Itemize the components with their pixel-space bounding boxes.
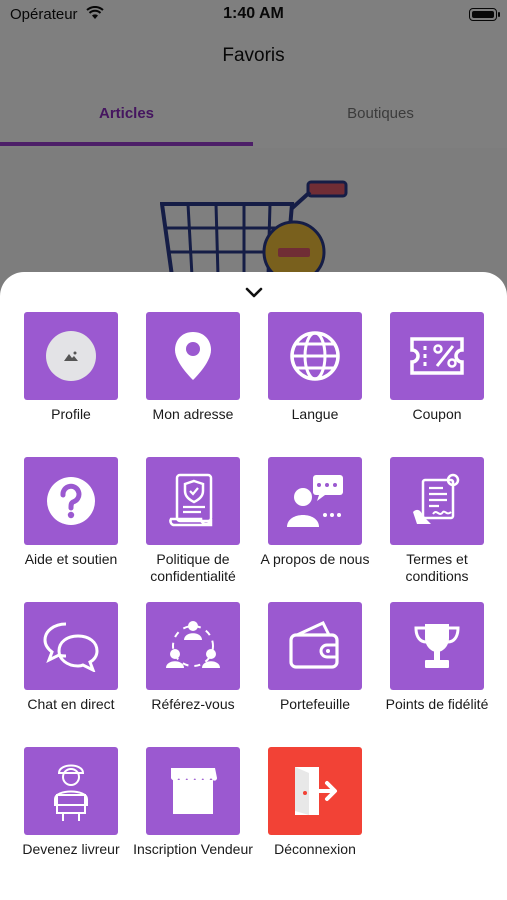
- globe-icon: [290, 331, 340, 381]
- seller-tile: [146, 747, 240, 835]
- delivery-tile: [24, 747, 118, 835]
- menu-item-referez-vous[interactable]: Référez-vous: [132, 602, 254, 713]
- menu-item-label: Devenez livreur: [22, 841, 120, 857]
- menu-item-mon-adresse[interactable]: Mon adresse: [132, 312, 254, 423]
- menu-item-devenez-livreur[interactable]: Devenez livreur: [10, 747, 132, 858]
- about-us-icon: [287, 475, 343, 527]
- location-pin-icon: [175, 332, 211, 380]
- loyalty-tile: [390, 602, 484, 690]
- referral-icon: [166, 621, 220, 668]
- menu-item-label: Référez-vous: [151, 696, 235, 712]
- menu-item-label: Termes et conditions: [405, 551, 469, 584]
- menu-item-label: Chat en direct: [27, 696, 115, 712]
- help-tile: [24, 457, 118, 545]
- coupon-icon: [410, 337, 464, 375]
- logout-tile: [268, 747, 362, 835]
- menu-item-aide-et-soutien[interactable]: Aide et soutien: [10, 457, 132, 568]
- menu-item-chat-en-direct[interactable]: Chat en direct: [10, 602, 132, 713]
- menu-item-label: A propos de nous: [260, 551, 370, 567]
- menu-item-inscription-vendeur[interactable]: Inscription Vendeur: [132, 747, 254, 858]
- menu-item-portefeuille[interactable]: Portefeuille: [254, 602, 376, 713]
- profile-tile: [24, 312, 118, 400]
- trophy-icon: [414, 624, 460, 668]
- wallet-icon: [289, 621, 339, 669]
- terms-tile: [390, 457, 484, 545]
- chat-icon: [43, 622, 99, 672]
- menu-item-points-de-fidelite[interactable]: Points de fidélité: [376, 602, 498, 713]
- privacy-policy-icon: [169, 473, 213, 527]
- privacy-tile: [146, 457, 240, 545]
- menu-item-termes-et-conditions[interactable]: Termes et conditions: [376, 457, 498, 585]
- logout-icon: [295, 767, 337, 815]
- delivery-man-icon: [54, 764, 88, 821]
- menu-item-label: Portefeuille: [279, 696, 351, 712]
- menu-item-deconnexion[interactable]: Déconnexion: [254, 747, 376, 858]
- terms-icon: [413, 473, 460, 524]
- help-icon: [47, 477, 95, 525]
- referral-tile: [146, 602, 240, 690]
- menu-item-label: Coupon: [412, 406, 462, 422]
- menu-item-a-propos-de-nous[interactable]: A propos de nous: [254, 457, 376, 568]
- avatar-placeholder-icon: [46, 331, 96, 381]
- store-icon: [171, 768, 217, 814]
- menu-item-politique-de-confidentialite[interactable]: Politique de confidentialité: [132, 457, 254, 585]
- menu-item-label: Inscription Vendeur: [133, 841, 253, 857]
- location-tile: [146, 312, 240, 400]
- coupon-tile: [390, 312, 484, 400]
- menu-item-langue[interactable]: Langue: [254, 312, 376, 423]
- menu-item-label: Aide et soutien: [24, 551, 118, 567]
- chat-tile: [24, 602, 118, 690]
- about-tile: [268, 457, 362, 545]
- chevron-down-icon[interactable]: [243, 284, 265, 300]
- menu-item-label: Profile: [51, 406, 91, 422]
- menu-item-profile[interactable]: Profile: [10, 312, 132, 423]
- wallet-tile: [268, 602, 362, 690]
- menu-item-coupon[interactable]: Coupon: [376, 312, 498, 423]
- menu-item-label: Points de fidélité: [385, 696, 489, 712]
- menu-item-label: Mon adresse: [152, 406, 234, 422]
- language-tile: [268, 312, 362, 400]
- menu-item-label: Politique de confidentialité: [150, 551, 236, 584]
- menu-item-label: Déconnexion: [274, 841, 356, 857]
- menu-bottom-sheet: Profile Mon adresse Langue Coupon Aide e…: [0, 272, 507, 900]
- menu-item-label: Langue: [291, 406, 339, 422]
